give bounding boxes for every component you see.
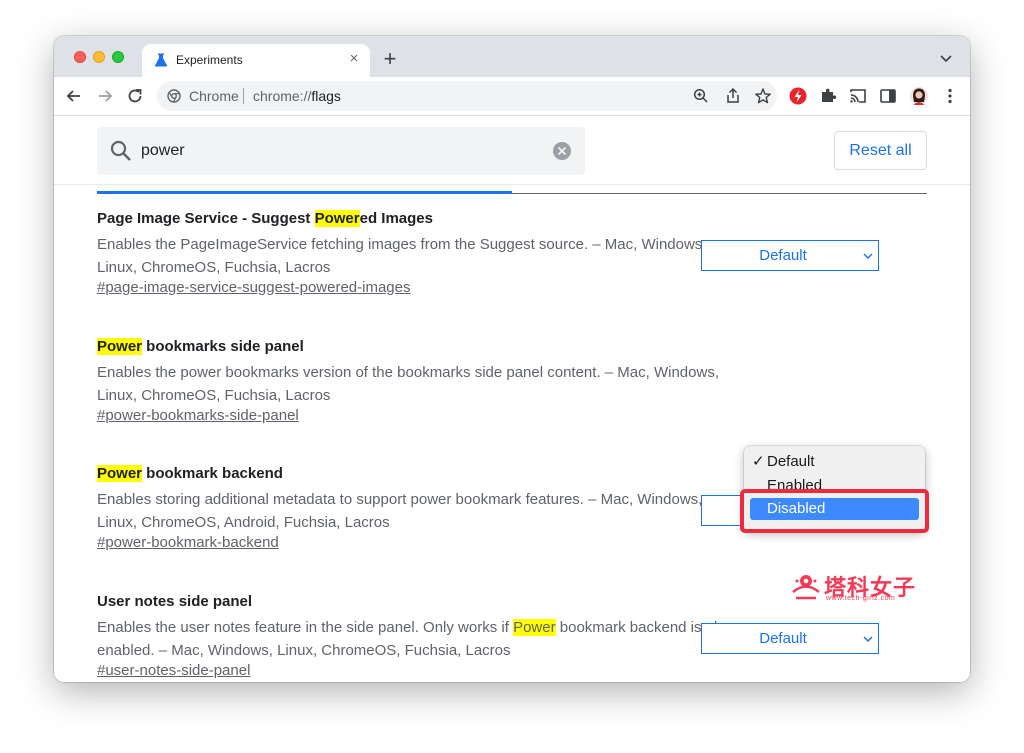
experiment-title: Power bookmarks side panel	[97, 338, 304, 355]
experiment-select[interactable]: Default	[701, 623, 879, 654]
kebab-menu-icon[interactable]	[940, 86, 960, 106]
arrow-right-icon[interactable]	[94, 85, 116, 107]
red-extension-icon[interactable]	[788, 86, 808, 106]
title-text: Page Image Service - Suggest	[97, 210, 315, 227]
tab-strip: Experiments × +	[54, 36, 970, 77]
url-text[interactable]: chrome://flags	[253, 88, 341, 104]
star-icon[interactable]	[754, 87, 772, 105]
title-text-rest: bookmark backend	[142, 465, 283, 482]
desc-text: Enables the user notes feature in the si…	[97, 619, 514, 636]
search-icon	[110, 140, 131, 161]
close-icon[interactable]: ×	[345, 50, 363, 68]
checkmark-icon: ✓	[752, 453, 765, 470]
toolbar: Chrome chrome://flags	[54, 77, 970, 116]
experiment-title: Page Image Service - Suggest Powered Ima…	[97, 210, 433, 227]
title-text-rest: bookmarks side panel	[142, 338, 304, 355]
annotation-highlight-box	[740, 489, 929, 533]
experiment-permalink[interactable]: #user-notes-side-panel	[97, 662, 250, 679]
search-value: power	[141, 142, 185, 159]
header-divider	[54, 184, 970, 185]
watermark: 塔科女子 www.tech-girlz.com	[790, 570, 930, 604]
url-prefix: chrome://	[253, 88, 312, 104]
select-value: Default	[759, 630, 807, 647]
experiment-description: Enables storing additional metadata to s…	[97, 491, 703, 531]
puzzle-icon[interactable]	[818, 86, 838, 106]
experiment-description: Enables the power bookmarks version of t…	[97, 364, 719, 404]
chrome-logo-icon	[167, 89, 181, 103]
watermark-url: www.tech-girlz.com	[826, 595, 896, 602]
flags-page: power Reset all Page Image Service - Sug…	[54, 116, 970, 682]
experiment-title: User notes side panel	[97, 593, 252, 610]
zoom-icon[interactable]	[692, 87, 710, 105]
maximize-window-button[interactable]	[112, 51, 124, 63]
plus-icon[interactable]: +	[378, 48, 402, 72]
experiment-select[interactable]: Default	[701, 240, 879, 271]
site-label: Chrome	[189, 88, 239, 104]
watermark-logo-icon	[792, 575, 820, 600]
close-window-button[interactable]	[74, 51, 86, 63]
desc-match: Power	[513, 619, 556, 636]
option-label: Default	[767, 453, 815, 470]
avatar-icon[interactable]	[909, 86, 929, 106]
experiment-permalink[interactable]: #page-image-service-suggest-powered-imag…	[97, 279, 410, 296]
search-input[interactable]: power	[97, 127, 585, 175]
minimize-window-button[interactable]	[93, 51, 105, 63]
chevron-down-icon	[863, 253, 873, 259]
browser-window: Experiments × + Chrome chrome://flags po…	[54, 36, 970, 682]
experiment-permalink[interactable]: #power-bookmarks-side-panel	[97, 407, 299, 424]
experiment-description: Enables the PageImageService fetching im…	[97, 236, 707, 276]
side-panel-icon[interactable]	[878, 86, 898, 106]
tab-title: Experiments	[176, 53, 243, 67]
dropdown-option-default[interactable]: ✓ Default	[750, 451, 919, 473]
experiment-title: Power bookmark backend	[97, 465, 283, 482]
omnibox-divider	[243, 88, 244, 104]
url-path: flags	[311, 88, 341, 104]
omnibox[interactable]: Chrome chrome://flags	[157, 81, 777, 111]
title-match: Power	[314, 210, 360, 227]
title-match: Power	[97, 338, 143, 355]
tab-available-indicator[interactable]	[97, 191, 512, 194]
experiment-description: Enables the user notes feature in the si…	[97, 616, 737, 662]
title-text-rest: ed Images	[359, 210, 433, 227]
select-value: Default	[759, 247, 807, 264]
experiment-permalink[interactable]: #power-bookmark-backend	[97, 534, 279, 551]
title-match: Power	[97, 465, 143, 482]
arrow-left-icon[interactable]	[63, 85, 85, 107]
cast-icon[interactable]	[848, 86, 868, 106]
chevron-down-icon[interactable]	[938, 50, 954, 66]
reload-icon[interactable]	[124, 85, 146, 107]
flask-icon	[154, 53, 168, 67]
reset-all-button[interactable]: Reset all	[834, 131, 927, 170]
tab-experiments[interactable]: Experiments ×	[142, 44, 370, 77]
share-icon[interactable]	[724, 87, 742, 105]
chevron-down-icon	[863, 636, 873, 642]
title-text: User notes side panel	[97, 593, 253, 610]
clear-icon[interactable]	[552, 141, 572, 161]
